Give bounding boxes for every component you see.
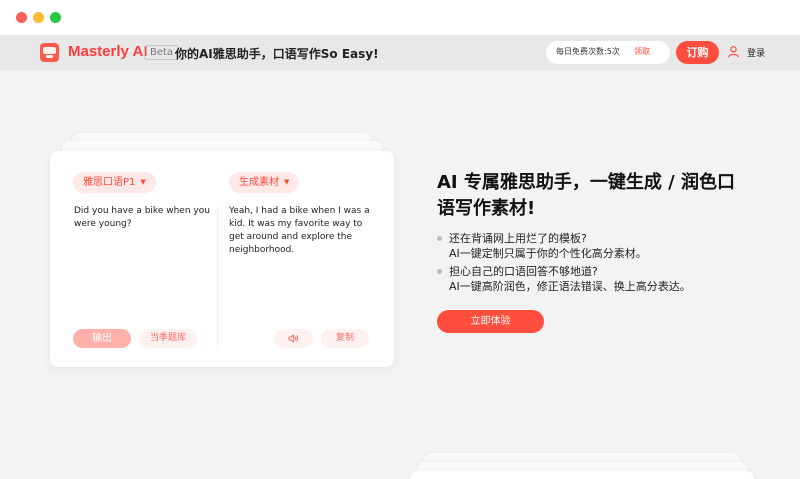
daily-quota-text: 每日免费次数:5次	[556, 47, 620, 56]
output-type-select-label: 生成素材	[239, 177, 279, 188]
feature-answer: AI一键高阶润色，修正语法错误、换上高分表达。	[449, 280, 691, 293]
panel-divider	[217, 206, 218, 348]
daily-quota-pill: 每日免费次数:5次 领取	[546, 41, 670, 64]
mode-select-label: 雅思口语P1	[83, 177, 136, 188]
demo-card: 雅思口语P1 ▼ 生成素材 ▼ Did you have a bike when y…	[50, 151, 394, 367]
window-close-button[interactable]	[16, 12, 27, 23]
feature-answer: AI一键定制只属于你的个性化高分素材。	[449, 247, 647, 260]
chevron-down-icon: ▼	[284, 178, 290, 186]
login-link[interactable]: 登录	[747, 46, 765, 59]
output-button[interactable]: 输出	[73, 329, 131, 348]
mode-select[interactable]: 雅思口语P1 ▼	[73, 172, 156, 193]
site-header: Masterly AI Beta 你的AI雅思助手，口语写作So Easy! 每…	[0, 35, 800, 70]
feature-item: 担心自己的口语回答不够地道? AI一键高阶润色，修正语法错误、换上高分表达。	[437, 264, 757, 294]
hero-title: AI 专属雅思助手，一键生成 / 润色口语写作素材!	[437, 172, 736, 219]
chevron-down-icon: ▼	[140, 178, 146, 186]
feature-list: 还在背诵网上用烂了的模板? AI一键定制只属于你的个性化高分素材。 担心自己的口…	[437, 231, 757, 297]
question-bank-button[interactable]: 当季题库	[139, 329, 197, 348]
answer-text: Yeah, I had a bike when I was a kid. It …	[229, 206, 370, 255]
window-titlebar	[0, 0, 800, 35]
feature-question: 担心自己的口语回答不够地道?	[449, 265, 598, 278]
subscribe-button[interactable]: 订购	[676, 41, 719, 64]
brand-name[interactable]: Masterly AI	[68, 43, 147, 60]
header-slogan: 你的AI雅思助手，口语写作So Easy!	[175, 47, 379, 61]
second-demo-card	[410, 471, 754, 479]
feature-question: 还在背诵网上用烂了的模板?	[449, 232, 587, 245]
speaker-icon	[288, 334, 299, 343]
question-text[interactable]: Did you have a bike when you were young?	[74, 205, 214, 231]
window-minimize-button[interactable]	[33, 12, 44, 23]
play-audio-button[interactable]	[274, 329, 313, 348]
feature-item: 还在背诵网上用烂了的模板? AI一键定制只属于你的个性化高分素材。	[437, 231, 757, 261]
claim-quota-link[interactable]: 领取	[634, 46, 650, 57]
beta-badge: Beta	[144, 45, 180, 60]
logo-icon[interactable]	[40, 43, 59, 62]
copy-button[interactable]: 复制	[321, 329, 369, 348]
window-maximize-button[interactable]	[50, 12, 61, 23]
user-icon[interactable]	[727, 45, 740, 58]
output-type-select[interactable]: 生成素材 ▼	[229, 172, 300, 193]
try-now-button[interactable]: 立即体验	[437, 310, 544, 333]
